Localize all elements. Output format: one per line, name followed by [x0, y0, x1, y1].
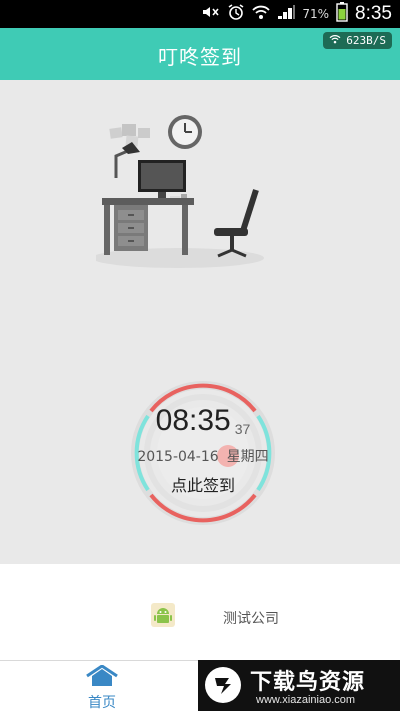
main-area: 08:35 37 2015-04-16 星期四 点此签到 — [0, 80, 400, 564]
checkin-time-seconds: 37 — [234, 421, 251, 437]
home-icon — [85, 664, 119, 691]
checkin-time-hm: 08:35 — [155, 404, 231, 437]
wifi-icon — [252, 4, 270, 24]
watermark-banner: 下载鸟资源 www.xiazainiao.com — [198, 660, 400, 711]
battery-icon — [336, 2, 348, 26]
status-icons: 71% 8:35 — [202, 0, 392, 28]
status-time: 8:35 — [355, 3, 392, 24]
watermark-url: www.xiazainiao.com — [256, 694, 356, 706]
checkin-button[interactable]: 点此签到 — [118, 472, 288, 496]
status-bar: 71% 8:35 — [0, 0, 400, 28]
checkin-date-value: 2015-04-16 — [137, 449, 219, 465]
checkin-clock[interactable]: 08:35 37 2015-04-16 星期四 点此签到 — [118, 368, 288, 538]
alarm-icon — [227, 3, 245, 25]
title-bar: 623B/S 叮咚签到 — [0, 28, 400, 80]
checkin-weekday: 星期四 — [226, 449, 269, 465]
page-title: 叮咚签到 — [158, 45, 242, 69]
company-name: 测试公司 — [223, 611, 279, 627]
signal-icon — [277, 4, 296, 24]
android-icon — [150, 602, 176, 632]
watermark-title: 下载鸟资源 — [250, 670, 366, 695]
tab-home-label: 首页 — [88, 695, 116, 711]
checkin-date: 2015-04-16 星期四 — [118, 446, 288, 466]
battery-percent: 71% — [302, 7, 330, 21]
tab-home[interactable]: 首页 — [82, 664, 122, 711]
company-row[interactable]: 测试公司 — [0, 564, 400, 660]
bird-logo-icon — [204, 666, 242, 704]
checkin-time: 08:35 37 — [118, 404, 288, 438]
mute-icon — [202, 5, 220, 23]
office-desk-illustration — [92, 110, 276, 270]
